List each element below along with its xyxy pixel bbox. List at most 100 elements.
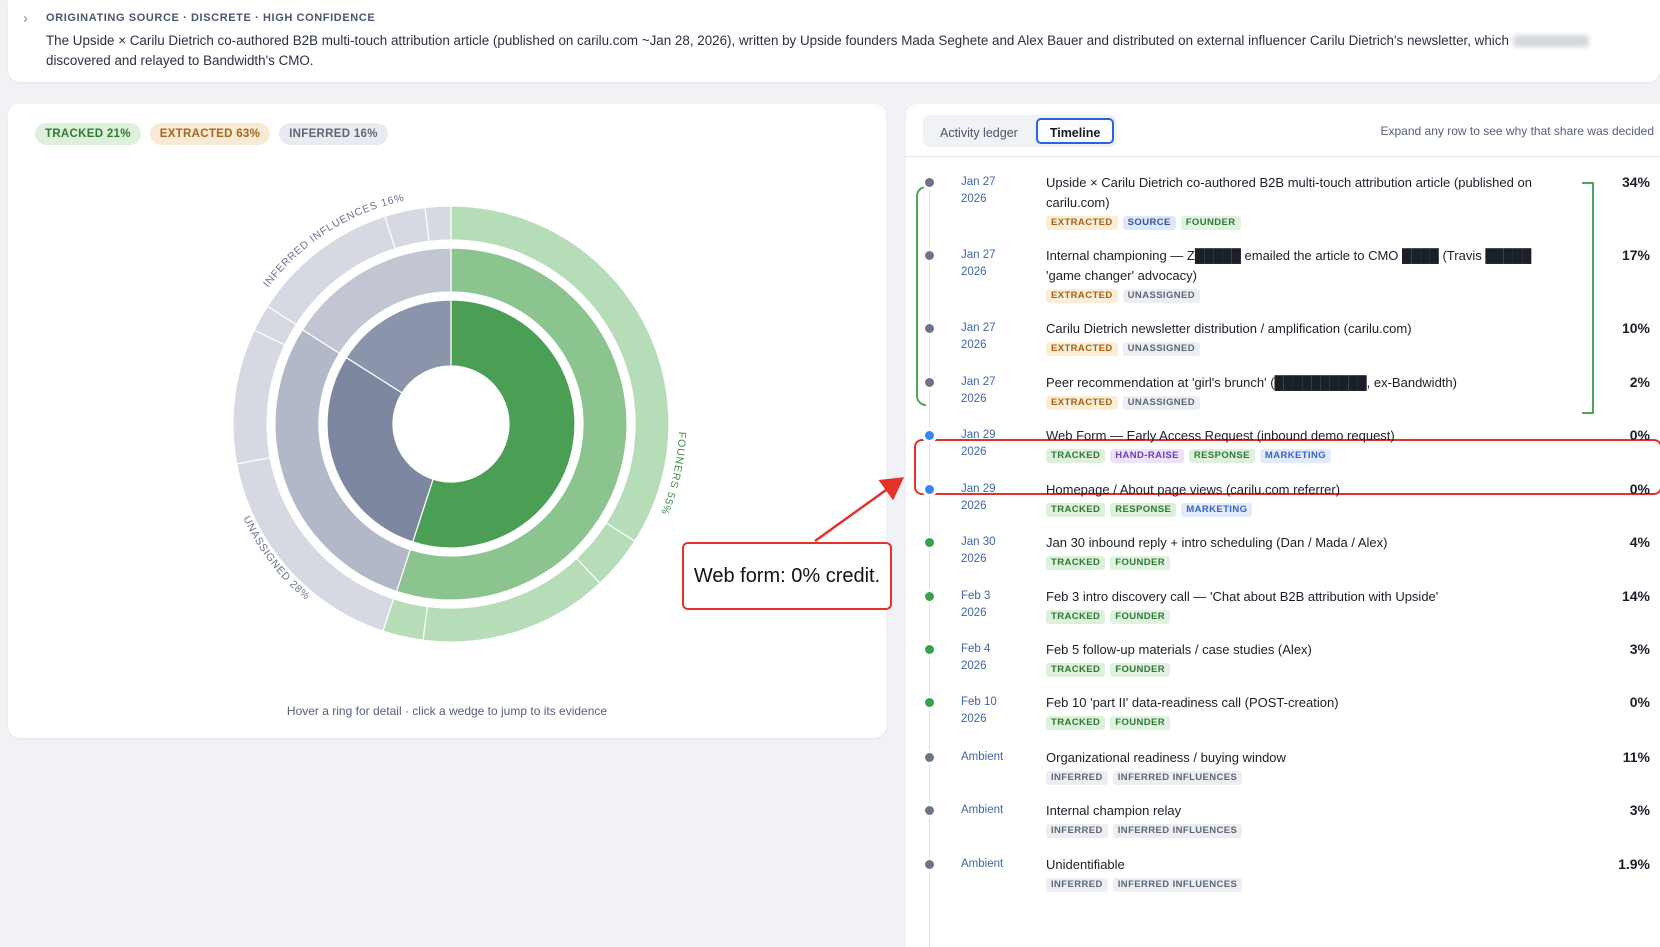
timeline-entry: Web Form — Early Access Request (inbound… bbox=[1046, 426, 1566, 463]
tag-extracted: EXTRACTED bbox=[1046, 396, 1118, 410]
timeline-date: Ambient bbox=[961, 802, 1031, 819]
timeline-date: Jan 27 2026 bbox=[961, 320, 1031, 354]
timeline-entry: Feb 5 follow-up materials / case studies… bbox=[1046, 640, 1566, 677]
timeline-share: 3% bbox=[1629, 802, 1650, 818]
timeline-date-year: 2026 bbox=[961, 446, 987, 458]
tag-founder: FOUNDER bbox=[1180, 216, 1241, 230]
timeline-title: Unidentifiable bbox=[1046, 857, 1125, 872]
divider bbox=[906, 156, 1660, 157]
timeline-entry: Internal champion relay INFERRED INFERRED … bbox=[1046, 801, 1566, 838]
chevron-right-icon[interactable]: › bbox=[23, 10, 28, 27]
timeline-date-year: 2026 bbox=[961, 500, 987, 512]
timeline-tags: TRACKED RESPONSE MARKETING bbox=[1046, 503, 1566, 517]
timeline-entry: Organizational readiness / buying window… bbox=[1046, 748, 1566, 785]
tag-tracked: TRACKED bbox=[1046, 449, 1106, 463]
timeline-dot-icon bbox=[925, 251, 934, 260]
timeline-title: Feb 3 intro discovery call — 'Chat about… bbox=[1046, 589, 1439, 604]
timeline-entry: Feb 10 'part II' data-readiness call (PO… bbox=[1046, 693, 1566, 730]
redacted-name bbox=[1512, 35, 1589, 48]
originating-source-heading: ORIGINATING SOURCE · DISCRETE · HIGH CON… bbox=[46, 12, 376, 24]
tag-extracted: EXTRACTED bbox=[1046, 289, 1118, 303]
tag-marketing: MARKETING bbox=[1181, 503, 1253, 517]
timeline-date-day: Jan 27 bbox=[961, 322, 996, 334]
timeline-date-year: 2026 bbox=[961, 393, 987, 405]
timeline-share: 0% bbox=[1629, 481, 1650, 497]
timeline-date-day: Jan 29 bbox=[961, 429, 996, 441]
tag-tracked: TRACKED bbox=[1046, 716, 1106, 730]
attribution-chart-card: TRACKED 21% EXTRACTED 63% INFERRED 16% I… bbox=[8, 104, 886, 738]
timeline-tags: TRACKED FOUNDER bbox=[1046, 556, 1566, 570]
timeline-date: Feb 3 2026 bbox=[961, 588, 1031, 622]
timeline-title: Carilu Dietrich newsletter distribution … bbox=[1046, 321, 1412, 336]
tab-activity-ledger[interactable]: Activity ledger bbox=[926, 118, 1032, 144]
timeline-date: Jan 29 2026 bbox=[961, 427, 1031, 461]
sunburst-wedge-outer[interactable] bbox=[424, 205, 452, 242]
timeline-title: Feb 5 follow-up materials / case studies… bbox=[1046, 642, 1312, 657]
timeline-entry: Upside × Carilu Dietrich co-authored B2B… bbox=[1046, 173, 1566, 230]
timeline-card: Activity ledger Timeline Expand any row … bbox=[906, 104, 1660, 947]
timeline-date: Ambient bbox=[961, 749, 1031, 766]
timeline-title: Internal championing — Z█████ emailed th… bbox=[1046, 248, 1532, 283]
timeline-date-day: Jan 27 bbox=[961, 249, 996, 261]
timeline-date-day: Feb 10 bbox=[961, 696, 997, 708]
timeline-date-day: Ambient bbox=[961, 751, 1004, 763]
source-group-bracket-right bbox=[1582, 182, 1594, 414]
timeline-tags: TRACKED FOUNDER bbox=[1046, 663, 1566, 677]
timeline-date-day: Jan 29 bbox=[961, 483, 996, 495]
timeline-date-day: Jan 27 bbox=[961, 376, 996, 388]
timeline-tags: INFERRED INFERRED INFLUENCES bbox=[1046, 878, 1566, 892]
tag-hand-raise: HAND-RAISE bbox=[1110, 449, 1184, 463]
timeline-title: Upside × Carilu Dietrich co-authored B2B… bbox=[1046, 175, 1532, 210]
source-text-part-2: discovered and relayed to Bandwidth's CM… bbox=[46, 53, 314, 68]
timeline-entry: Jan 30 inbound reply + intro scheduling … bbox=[1046, 533, 1566, 570]
timeline-tags: EXTRACTED UNASSIGNED bbox=[1046, 396, 1566, 410]
timeline-entry: Internal championing — Z█████ emailed th… bbox=[1046, 246, 1566, 303]
tag-inferred-influences: INFERRED INFLUENCES bbox=[1112, 824, 1243, 838]
timeline-date-day: Jan 30 bbox=[961, 536, 996, 548]
timeline-dot-icon bbox=[925, 753, 934, 762]
timeline-dot-icon bbox=[925, 538, 934, 547]
timeline-title: Jan 30 inbound reply + intro scheduling … bbox=[1046, 535, 1388, 550]
timeline-tags: EXTRACTED UNASSIGNED bbox=[1046, 342, 1566, 356]
timeline-dot-icon bbox=[925, 645, 934, 654]
timeline-dot-icon bbox=[925, 860, 934, 869]
tab-timeline[interactable]: Timeline bbox=[1035, 118, 1115, 144]
timeline-date-day: Jan 27 bbox=[961, 176, 996, 188]
timeline-tags: TRACKED FOUNDER bbox=[1046, 610, 1566, 624]
tag-response: RESPONSE bbox=[1188, 449, 1255, 463]
tag-tracked: TRACKED bbox=[1046, 503, 1106, 517]
timeline-date-year: 2026 bbox=[961, 339, 987, 351]
source-text-part-1: The Upside × Carilu Dietrich co-authored… bbox=[46, 33, 1509, 48]
timeline-date: Jan 27 2026 bbox=[961, 374, 1031, 408]
timeline-date: Jan 30 2026 bbox=[961, 534, 1031, 568]
timeline-entry: Peer recommendation at 'girl's brunch' (… bbox=[1046, 373, 1566, 410]
tag-inferred: INFERRED bbox=[1046, 771, 1108, 785]
timeline-date: Feb 10 2026 bbox=[961, 694, 1031, 728]
timeline-tags: INFERRED INFERRED INFLUENCES bbox=[1046, 824, 1566, 838]
tag-inferred: INFERRED bbox=[1046, 824, 1108, 838]
timeline-dot-icon bbox=[925, 485, 934, 494]
timeline-tags: TRACKED HAND-RAISE RESPONSE MARKETING bbox=[1046, 449, 1566, 463]
tag-response: RESPONSE bbox=[1110, 503, 1177, 517]
tag-unassigned: UNASSIGNED bbox=[1122, 342, 1201, 356]
originating-source-text: The Upside × Carilu Dietrich co-authored… bbox=[46, 31, 1606, 71]
tag-extracted: EXTRACTED bbox=[1046, 216, 1118, 230]
timeline-dot-icon bbox=[925, 806, 934, 815]
tag-tracked: TRACKED bbox=[1046, 610, 1106, 624]
timeline-title: Internal champion relay bbox=[1046, 803, 1182, 818]
timeline-dot-icon bbox=[925, 592, 934, 601]
timeline-date-year: 2026 bbox=[961, 607, 987, 619]
timeline-dot-icon bbox=[925, 324, 934, 333]
web-form-callout: Web form: 0% credit. bbox=[682, 542, 892, 610]
timeline-share: 3% bbox=[1629, 641, 1650, 657]
timeline-date: Jan 27 2026 bbox=[961, 174, 1031, 208]
timeline-date-year: 2026 bbox=[961, 660, 987, 672]
timeline-date: Feb 4 2026 bbox=[961, 641, 1031, 675]
expand-hint: Expand any row to see why that share was… bbox=[1380, 124, 1655, 138]
timeline-date-year: 2026 bbox=[961, 553, 987, 565]
timeline-share: 1.9% bbox=[1618, 856, 1650, 872]
tag-founder: FOUNDER bbox=[1110, 556, 1171, 570]
tag-extracted: EXTRACTED bbox=[1046, 342, 1118, 356]
tag-inferred: INFERRED bbox=[1046, 878, 1108, 892]
timeline-entry: Carilu Dietrich newsletter distribution … bbox=[1046, 319, 1566, 356]
